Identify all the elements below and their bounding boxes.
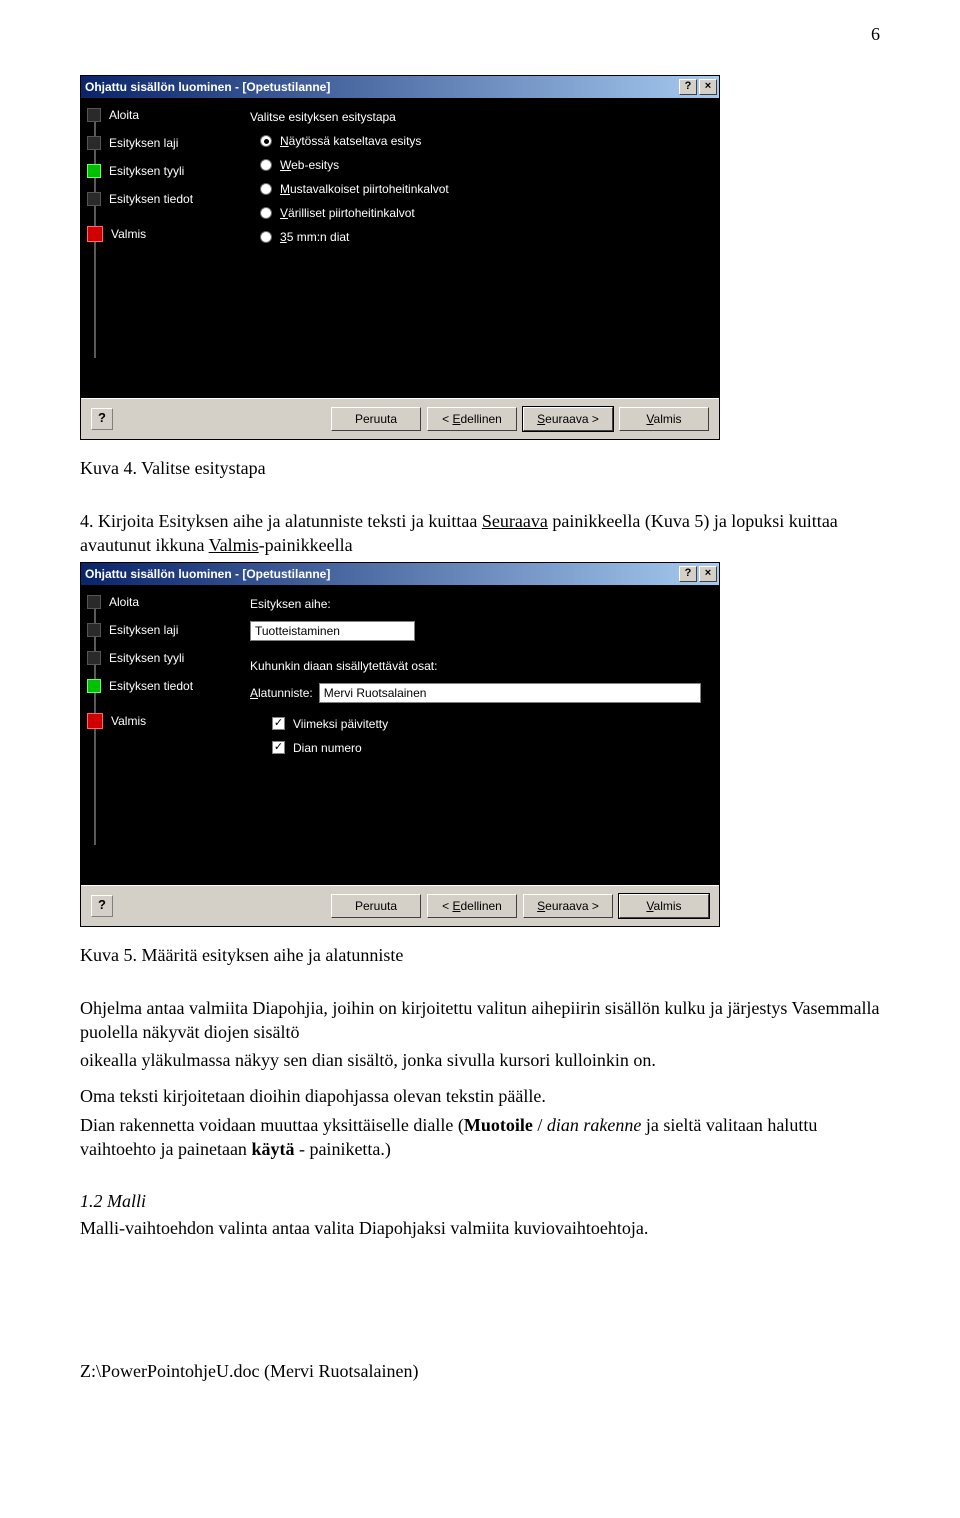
help-icon[interactable]: ? bbox=[679, 566, 697, 582]
group-label: Valitse esityksen esitystapa bbox=[250, 110, 701, 124]
nav-step: Esityksen tyyli bbox=[109, 164, 184, 178]
context-help-icon[interactable]: ? bbox=[91, 895, 113, 917]
topic-input[interactable] bbox=[250, 621, 415, 641]
close-icon[interactable]: × bbox=[699, 566, 717, 582]
window-title: Ohjattu sisällön luominen - [Opetustilan… bbox=[85, 567, 330, 581]
nav-step: Esityksen tiedot bbox=[109, 679, 193, 693]
page-number: 6 bbox=[80, 24, 880, 45]
paragraph: Dian rakennetta voidaan muuttaa yksittäi… bbox=[80, 1113, 880, 1162]
cancel-button[interactable]: Peruuta bbox=[331, 407, 421, 431]
radio-option[interactable]: Näytössä katseltava esitys bbox=[260, 134, 701, 148]
finish-button[interactable]: Valmis bbox=[619, 894, 709, 918]
topic-label: Esityksen aihe: bbox=[250, 597, 701, 611]
window-title: Ohjattu sisällön luominen - [Opetustilan… bbox=[85, 80, 330, 94]
footer-input[interactable] bbox=[319, 683, 701, 703]
back-button[interactable]: < Edellinen bbox=[427, 407, 517, 431]
wizard-content: Valitse esityksen esitystapa Näytössä ka… bbox=[236, 98, 719, 398]
paragraph: oikealla yläkulmassa näkyy sen dian sisä… bbox=[80, 1048, 880, 1072]
section-heading: 1.2 Malli bbox=[80, 1191, 880, 1212]
nav-step: Valmis bbox=[111, 714, 146, 728]
radio-option[interactable]: 35 mm:n diat bbox=[260, 230, 701, 244]
titlebar: Ohjattu sisällön luominen - [Opetustilan… bbox=[81, 76, 719, 98]
paragraph: Ohjelma antaa valmiita Diapohjia, joihin… bbox=[80, 996, 880, 1045]
paragraph: Malli-vaihtoehdon valinta antaa valita D… bbox=[80, 1216, 880, 1240]
radio-option[interactable]: Mustavalkoiset piirtoheitinkalvot bbox=[260, 182, 701, 196]
nav-step: Aloita bbox=[109, 108, 139, 122]
context-help-icon[interactable]: ? bbox=[91, 408, 113, 430]
document-footer: Z:\PowerPointohjeU.doc (Mervi Ruotsalain… bbox=[80, 1361, 880, 1382]
nav-step: Valmis bbox=[111, 227, 146, 241]
radio-option[interactable]: Web-esitys bbox=[260, 158, 701, 172]
back-button[interactable]: < Edellinen bbox=[427, 894, 517, 918]
nav-step: Esityksen laji bbox=[109, 623, 178, 637]
radio-option[interactable]: Värilliset piirtoheitinkalvot bbox=[260, 206, 701, 220]
paragraph: Oma teksti kirjoitetaan dioihin diapohja… bbox=[80, 1084, 880, 1108]
components-label: Kuhunkin diaan sisällytettävät osat: bbox=[250, 659, 701, 673]
checkbox-slide-number[interactable]: Dian numero bbox=[272, 741, 701, 755]
close-icon[interactable]: × bbox=[699, 79, 717, 95]
dialog-footer: ? Peruuta < Edellinen Seuraava > Valmis bbox=[81, 398, 719, 439]
nav-step: Aloita bbox=[109, 595, 139, 609]
wizard-nav: Aloita Esityksen laji Esityksen tyyli Es… bbox=[81, 585, 236, 885]
figure-caption: Kuva 5. Määritä esityksen aihe ja alatun… bbox=[80, 945, 880, 966]
dialog-footer: ? Peruuta < Edellinen Seuraava > Valmis bbox=[81, 885, 719, 926]
footer-label: Alatunniste: bbox=[250, 686, 313, 700]
checkbox-last-updated[interactable]: Viimeksi päivitetty bbox=[272, 717, 701, 731]
wizard-nav: Aloita Esityksen laji Esityksen tyyli Es… bbox=[81, 98, 236, 398]
wizard-dialog-1: Ohjattu sisällön luominen - [Opetustilan… bbox=[80, 75, 720, 440]
wizard-content: Esityksen aihe: Kuhunkin diaan sisällyte… bbox=[236, 585, 719, 885]
nav-step: Esityksen laji bbox=[109, 136, 178, 150]
nav-step: Esityksen tyyli bbox=[109, 651, 184, 665]
wizard-dialog-2: Ohjattu sisällön luominen - [Opetustilan… bbox=[80, 562, 720, 927]
help-icon[interactable]: ? bbox=[679, 79, 697, 95]
next-button[interactable]: Seuraava > bbox=[523, 407, 613, 431]
finish-button[interactable]: Valmis bbox=[619, 407, 709, 431]
next-button[interactable]: Seuraava > bbox=[523, 894, 613, 918]
figure-caption: Kuva 4. Valitse esitystapa bbox=[80, 458, 880, 479]
instruction-4: 4. Kirjoita Esityksen aihe ja alatunnist… bbox=[80, 509, 880, 558]
cancel-button[interactable]: Peruuta bbox=[331, 894, 421, 918]
nav-step: Esityksen tiedot bbox=[109, 192, 193, 206]
titlebar: Ohjattu sisällön luominen - [Opetustilan… bbox=[81, 563, 719, 585]
